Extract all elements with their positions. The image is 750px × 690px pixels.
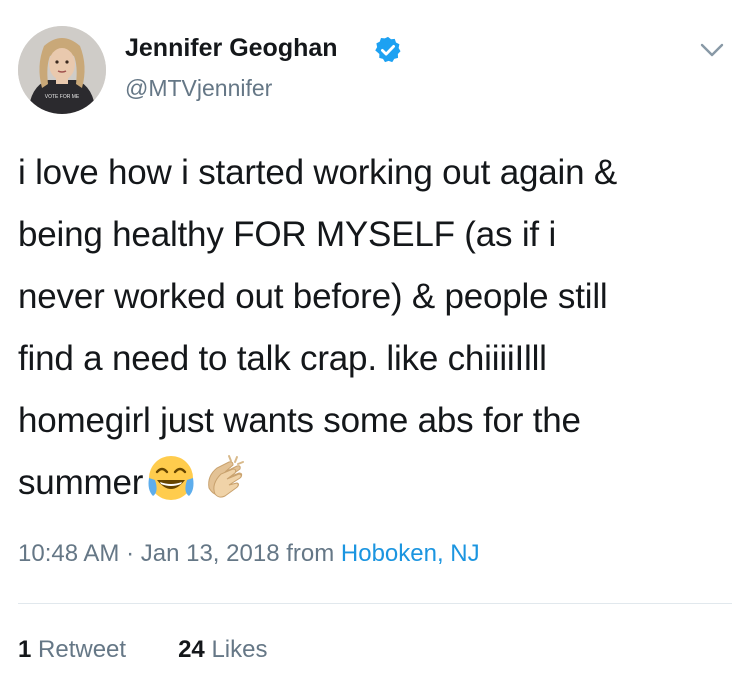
- tweet-text-line: homegirl just wants some abs for the: [18, 401, 581, 440]
- tweet-text-line: being healthy FOR MYSELF (as if i: [18, 215, 557, 254]
- meta-separator: ·: [126, 540, 135, 567]
- tweet-text-last-line: summer: [18, 452, 733, 514]
- author-name[interactable]: Jennifer Geoghan: [125, 34, 338, 63]
- tweet-meta: 10:48 AM · Jan 13, 2018 from Hoboken, NJ: [18, 540, 480, 568]
- verified-badge-icon: [375, 36, 401, 63]
- divider: [18, 603, 732, 604]
- tweet-text: i love how i started working out again &…: [18, 142, 733, 514]
- retweets-stat[interactable]: 1 Retweet: [18, 636, 126, 663]
- likes-count: 24: [178, 636, 205, 663]
- tweet-date[interactable]: Jan 13, 2018: [141, 540, 280, 567]
- location-link[interactable]: Hoboken, NJ: [341, 540, 480, 567]
- clapping-hands-icon: [208, 455, 245, 498]
- likes-stat[interactable]: 24 Likes: [178, 636, 267, 663]
- author-handle[interactable]: @MTVjennifer: [125, 75, 272, 102]
- likes-label: Likes: [211, 636, 268, 663]
- tweet-text-line: never worked out before) & people still: [18, 277, 608, 316]
- avatar-shirt-text: VOTE FOR ME: [45, 94, 80, 100]
- tweet-stats: 1 Retweet 24 Likes: [18, 636, 267, 664]
- avatar[interactable]: VOTE FOR ME: [18, 26, 106, 114]
- tweet-card: VOTE FOR ME Jennifer Geoghan @MTVjennife…: [0, 0, 750, 690]
- tweet-text-line: summer: [18, 463, 144, 502]
- from-label: from: [286, 540, 335, 567]
- face-with-tears-of-joy-icon: [148, 456, 194, 500]
- chevron-down-icon[interactable]: [698, 36, 726, 64]
- avatar-photo: VOTE FOR ME: [18, 26, 106, 114]
- tweet-text-line: find a need to talk crap. like chiiiiIll…: [18, 339, 547, 378]
- tweet-time[interactable]: 10:48 AM: [18, 540, 119, 567]
- retweets-label: Retweet: [38, 636, 127, 663]
- retweets-count: 1: [18, 636, 32, 663]
- tweet-text-line: i love how i started working out again &: [18, 153, 617, 192]
